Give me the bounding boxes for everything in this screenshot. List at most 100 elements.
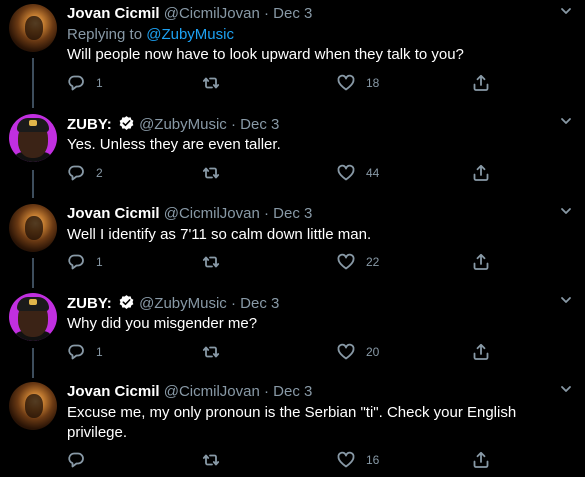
mention-link[interactable]: @ZubyMusic [146, 26, 234, 43]
tweet[interactable]: Jovan Cicmil @CicmilJovan · Dec 3 Replyi… [0, 0, 585, 100]
separator-dot: · [263, 5, 269, 22]
share-button[interactable] [472, 164, 490, 182]
retweet-icon [202, 167, 220, 179]
like-count: 16 [366, 453, 380, 467]
author-name[interactable]: Jovan Cicmil [67, 383, 160, 400]
retweet-button[interactable] [202, 343, 231, 361]
tweet-actions: 1 22 [67, 253, 497, 273]
author-handle[interactable]: @ZubyMusic [139, 116, 227, 133]
tweet-text: Yes. Unless they are even taller. [67, 136, 281, 153]
like-button[interactable]: 18 [337, 74, 379, 92]
separator-dot: · [263, 205, 269, 222]
tweet-actions: 16 [67, 451, 497, 471]
tweet-text: Why did you misgender me? [67, 315, 258, 332]
verified-badge-icon [119, 116, 134, 130]
share-icon [473, 164, 489, 181]
tweet-text: Excuse me, my only pronoun is the Serbia… [67, 404, 517, 441]
share-button[interactable] [472, 451, 490, 469]
reply-icon [68, 344, 84, 360]
retweet-button[interactable] [202, 253, 231, 271]
reply-count: 1 [96, 345, 103, 359]
like-count: 18 [366, 76, 380, 90]
like-button[interactable]: 22 [337, 253, 379, 271]
avatar[interactable] [9, 293, 57, 341]
reply-button[interactable]: 1 [67, 74, 103, 92]
author-handle[interactable]: @CicmilJovan [164, 383, 260, 400]
reply-button[interactable] [67, 451, 96, 469]
chevron-down-icon[interactable] [559, 204, 573, 218]
retweet-icon [202, 346, 220, 358]
replying-prefix: Replying to [67, 26, 147, 43]
author-name[interactable]: Jovan Cicmil [67, 205, 160, 222]
author-handle[interactable]: @CicmilJovan [164, 5, 260, 22]
avatar[interactable] [9, 204, 57, 252]
share-icon [473, 74, 489, 91]
avatar[interactable] [9, 114, 57, 162]
replying-to: Replying to @ZubyMusic [67, 26, 234, 43]
share-icon [473, 253, 489, 270]
chevron-down-icon[interactable] [559, 293, 573, 307]
reply-count: 2 [96, 166, 103, 180]
author-name[interactable]: ZUBY: [67, 295, 112, 312]
tweet[interactable]: ZUBY: @ZubyMusic · Dec 3 Yes. Unless the… [0, 110, 585, 190]
tweet-actions: 1 18 [67, 74, 497, 94]
heart-icon [337, 451, 355, 468]
tweet-text: Will people now have to look upward when… [67, 46, 464, 63]
reply-icon [68, 75, 84, 91]
reply-icon [68, 165, 84, 181]
tweet-header: ZUBY: @ZubyMusic · Dec 3 [67, 294, 279, 312]
retweet-icon [202, 454, 220, 466]
heart-icon [337, 343, 355, 360]
tweet-header: Jovan Cicmil @CicmilJovan · Dec 3 [67, 5, 312, 22]
retweet-icon [202, 256, 220, 268]
chevron-down-icon[interactable] [559, 382, 573, 396]
chevron-down-icon[interactable] [559, 114, 573, 128]
retweet-button[interactable] [202, 164, 231, 182]
share-icon [473, 343, 489, 360]
share-button[interactable] [472, 74, 490, 92]
reply-icon [68, 254, 84, 270]
tweet[interactable]: ZUBY: @ZubyMusic · Dec 3 Why did you mis… [0, 289, 585, 369]
tweet-date[interactable]: Dec 3 [273, 383, 312, 400]
share-button[interactable] [472, 343, 490, 361]
tweet[interactable]: Jovan Cicmil @CicmilJovan · Dec 3 Well I… [0, 200, 585, 280]
separator-dot: · [230, 295, 236, 312]
tweet-text: Well I identify as 7'11 so calm down lit… [67, 226, 372, 243]
tweet-header: ZUBY: @ZubyMusic · Dec 3 [67, 115, 279, 133]
reply-button[interactable]: 1 [67, 343, 103, 361]
retweet-button[interactable] [202, 451, 231, 469]
share-button[interactable] [472, 253, 490, 271]
retweet-icon [202, 77, 220, 89]
tweet-date[interactable]: Dec 3 [273, 205, 312, 222]
author-name[interactable]: Jovan Cicmil [67, 5, 160, 22]
author-name[interactable]: ZUBY: [67, 116, 112, 133]
chevron-down-icon[interactable] [559, 4, 573, 18]
tweet-date[interactable]: Dec 3 [240, 295, 279, 312]
heart-icon [337, 253, 355, 270]
reply-button[interactable]: 1 [67, 253, 103, 271]
heart-icon [337, 164, 355, 181]
separator-dot: · [263, 383, 269, 400]
reply-icon [68, 452, 84, 468]
avatar[interactable] [9, 4, 57, 52]
tweet-header: Jovan Cicmil @CicmilJovan · Dec 3 [67, 205, 312, 222]
tweet-actions: 1 20 [67, 343, 497, 363]
tweet-date[interactable]: Dec 3 [273, 5, 312, 22]
reply-button[interactable]: 2 [67, 164, 103, 182]
like-button[interactable]: 20 [337, 343, 379, 361]
like-button[interactable]: 16 [337, 451, 379, 469]
like-button[interactable]: 44 [337, 164, 379, 182]
like-count: 22 [366, 255, 380, 269]
separator-dot: · [230, 116, 236, 133]
share-icon [473, 451, 489, 468]
retweet-button[interactable] [202, 74, 231, 92]
tweet-actions: 2 44 [67, 164, 497, 184]
reply-count: 1 [96, 255, 103, 269]
verified-badge-icon [119, 295, 134, 309]
tweet[interactable]: Jovan Cicmil @CicmilJovan · Dec 3 Excuse… [0, 378, 585, 477]
like-count: 44 [366, 166, 380, 180]
avatar[interactable] [9, 382, 57, 430]
author-handle[interactable]: @ZubyMusic [139, 295, 227, 312]
author-handle[interactable]: @CicmilJovan [164, 205, 260, 222]
tweet-date[interactable]: Dec 3 [240, 116, 279, 133]
